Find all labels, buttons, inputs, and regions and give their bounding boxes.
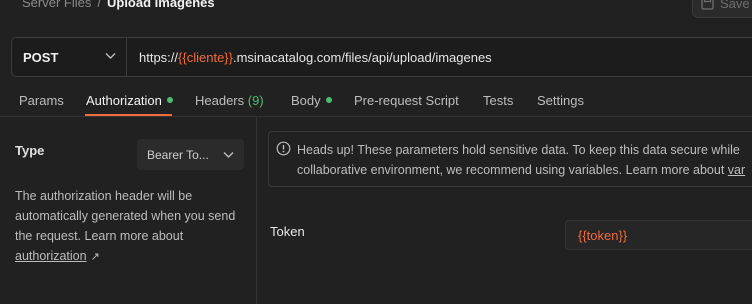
status-dot-icon bbox=[166, 97, 173, 103]
auth-type-value: Bearer To... bbox=[147, 147, 209, 162]
auth-description: The authorization header will be automat… bbox=[15, 186, 255, 267]
tabs-divider bbox=[0, 116, 752, 117]
tab-tests[interactable]: Tests bbox=[483, 93, 513, 108]
tab-params-label: Params bbox=[19, 93, 64, 108]
authorization-link[interactable]: authorization bbox=[15, 249, 87, 263]
tab-headers-count: (9) bbox=[247, 93, 264, 108]
alert-line-2: collaborative environment, we recommend … bbox=[297, 163, 725, 177]
tab-authorization[interactable]: Authorization bbox=[86, 93, 173, 108]
external-link-icon: ↗ bbox=[90, 251, 100, 263]
tab-params[interactable]: Params bbox=[19, 93, 64, 108]
status-dot-icon bbox=[325, 97, 332, 103]
request-title[interactable]: Upload Imagenes bbox=[107, 0, 215, 10]
method-select[interactable]: POST bbox=[12, 38, 127, 76]
variables-link[interactable]: var bbox=[728, 163, 745, 177]
breadcrumb-separator: / bbox=[97, 0, 101, 10]
alert-line-1: Heads up! These parameters hold sensitiv… bbox=[297, 143, 740, 157]
breadcrumb: Server Files / Upload Imagenes bbox=[22, 0, 215, 13]
tab-pre-request-script[interactable]: Pre-request Script bbox=[354, 93, 459, 108]
token-value: {{token}} bbox=[578, 227, 628, 243]
tab-headers-label: Headers bbox=[195, 93, 245, 108]
chevron-down-icon bbox=[105, 53, 116, 59]
alert-text: Heads up! These parameters hold sensitiv… bbox=[297, 140, 752, 180]
save-label: Save bbox=[720, 0, 750, 11]
tab-pre-request-script-label: Pre-request Script bbox=[354, 93, 459, 108]
tab-settings-label: Settings bbox=[537, 93, 584, 108]
url-variable: {{cliente}} bbox=[178, 50, 233, 65]
token-input[interactable]: {{token}} bbox=[565, 220, 752, 250]
tab-settings[interactable]: Settings bbox=[537, 93, 584, 108]
sensitive-data-alert: Heads up! These parameters hold sensitiv… bbox=[268, 131, 752, 187]
tab-body[interactable]: Body bbox=[291, 93, 332, 108]
token-label: Token bbox=[270, 224, 305, 239]
url-suffix: .msinacatalog.com/files/api/upload/image… bbox=[232, 50, 492, 65]
request-bar: POST https://{{cliente}}.msinacatalog.co… bbox=[11, 37, 752, 77]
url-input[interactable]: https://{{cliente}}.msinacatalog.com/fil… bbox=[139, 50, 492, 65]
breadcrumb-parent[interactable]: Server Files bbox=[22, 0, 91, 10]
tab-tests-label: Tests bbox=[483, 93, 514, 108]
tab-authorization-label: Authorization bbox=[86, 93, 162, 108]
method-label: POST bbox=[23, 49, 59, 65]
auth-type-select[interactable]: Bearer To... bbox=[137, 139, 244, 170]
url-prefix: https:// bbox=[139, 50, 179, 65]
save-icon bbox=[701, 0, 714, 10]
chevron-down-icon bbox=[223, 152, 234, 158]
panel-divider bbox=[256, 117, 257, 304]
auth-description-text: The authorization header will be automat… bbox=[15, 189, 236, 243]
info-icon bbox=[276, 141, 291, 156]
auth-type-label: Type bbox=[15, 143, 45, 158]
tab-headers[interactable]: Headers (9) bbox=[195, 93, 264, 108]
tab-body-label: Body bbox=[291, 93, 321, 108]
save-button[interactable]: Save bbox=[692, 0, 752, 18]
